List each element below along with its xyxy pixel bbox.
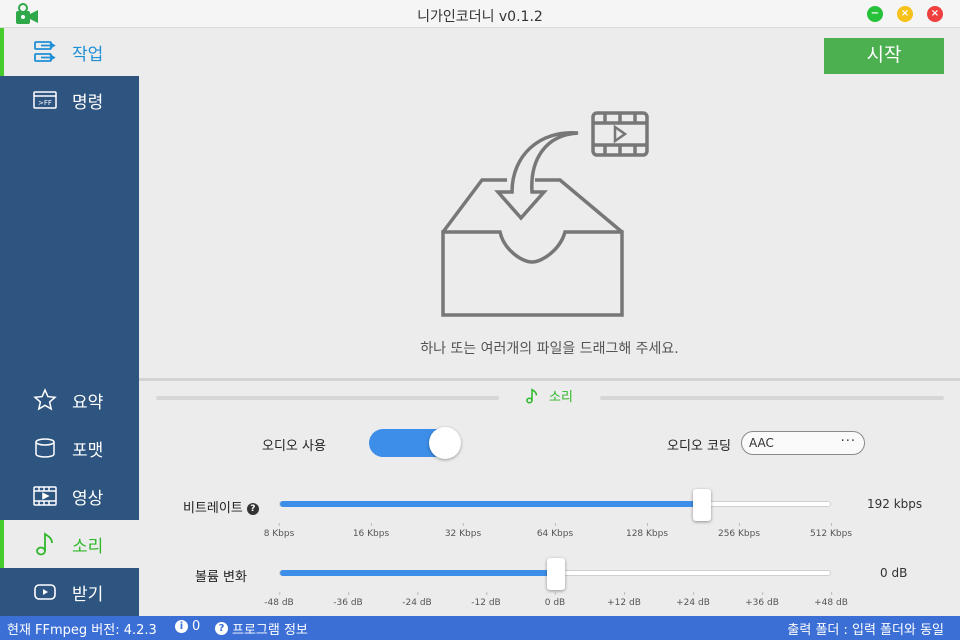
film-icon — [32, 483, 58, 509]
title-bar: 니가인코더니 v0.1.2 − × × — [0, 0, 960, 28]
volume-slider[interactable] — [279, 558, 831, 590]
start-button[interactable]: 시작 — [824, 38, 944, 74]
youtube-icon — [32, 579, 58, 605]
music-note-icon — [526, 387, 538, 403]
audio-enable-label: 오디오 사용 — [262, 439, 326, 454]
slider-tick-label: 128 Kbps — [625, 523, 669, 539]
sidebar: 작업 >FF 명령 요약 포맷 영상 소리 받기 — [0, 28, 139, 616]
sidebar-item-label: 영상 — [72, 488, 104, 509]
slider-tick-label: 0 dB — [544, 592, 566, 608]
ffmpeg-command-icon: >FF — [32, 87, 58, 113]
slider-tick-label: 16 Kbps — [352, 523, 390, 539]
slider-tick-label: 256 Kbps — [717, 523, 761, 539]
task-icon — [32, 39, 58, 65]
slider-tick-label: 32 Kbps — [444, 523, 482, 539]
audio-codec-select[interactable]: AAC ··· — [741, 431, 865, 455]
volume-label: 볼륨 변화 — [195, 570, 247, 585]
slider-tick-label: -12 dB — [471, 592, 501, 608]
bitrate-value: 192 kbps — [867, 497, 923, 511]
toggle-knob[interactable] — [429, 427, 461, 459]
slider-tick-label: 8 Kbps — [263, 523, 295, 539]
more-options-icon: ··· — [840, 434, 856, 449]
help-icon[interactable]: ? — [246, 503, 259, 515]
panel-title: 소리 — [549, 390, 573, 405]
help-icon: ? — [215, 622, 228, 635]
bitrate-slider-fill — [280, 501, 703, 507]
sidebar-item-label: 작업 — [72, 44, 104, 65]
output-folder[interactable]: 출력 폴더 : 입력 폴더와 동일 — [787, 619, 944, 638]
database-icon — [32, 435, 58, 461]
ffmpeg-version: 현재 FFmpeg 버전: 4.2.3 — [7, 623, 157, 638]
close-button[interactable]: × — [927, 6, 943, 22]
slider-tick-label: 512 Kbps — [809, 523, 853, 539]
about-program-link[interactable]: ? 프로그램 정보 — [215, 619, 308, 638]
audio-enable-toggle[interactable] — [369, 427, 461, 459]
sidebar-item-task[interactable]: 작업 — [0, 28, 139, 76]
info-icon: i — [175, 620, 188, 633]
sidebar-item-label: 받기 — [72, 584, 104, 605]
sidebar-item-label: 소리 — [72, 536, 104, 557]
sidebar-item-download[interactable]: 받기 — [0, 568, 139, 616]
audio-codec-value: AAC — [749, 436, 774, 450]
panel-divider — [156, 396, 499, 400]
maximize-button[interactable]: × — [897, 6, 913, 22]
slider-tick-label: -24 dB — [402, 592, 432, 608]
slider-tick-label: +36 dB — [745, 592, 779, 608]
sidebar-item-label: 명령 — [72, 92, 104, 113]
slider-tick-label: 64 Kbps — [536, 523, 574, 539]
slider-tick-label: +12 dB — [607, 592, 641, 608]
about-program-label: 프로그램 정보 — [232, 623, 308, 638]
sidebar-item-video[interactable]: 영상 — [0, 472, 139, 520]
slider-tick-label: -36 dB — [333, 592, 363, 608]
info-count-value: 0 — [192, 619, 201, 634]
drop-hint-text: 하나 또는 여러개의 파일을 드래그해 주세요. — [420, 341, 679, 357]
window-title: 니가인코더니 v0.1.2 — [417, 9, 543, 25]
sidebar-item-sound[interactable]: 소리 — [0, 520, 139, 568]
star-icon — [32, 387, 58, 413]
audio-codec-label: 오디오 코딩 — [667, 439, 731, 454]
svg-text:>FF: >FF — [38, 99, 52, 107]
sidebar-item-command[interactable]: >FF 명령 — [0, 76, 139, 124]
sidebar-item-format[interactable]: 포맷 — [0, 424, 139, 472]
bitrate-label-text: 비트레이트 — [183, 501, 243, 516]
volume-slider-thumb[interactable] — [547, 558, 565, 590]
music-note-icon — [32, 531, 58, 557]
minimize-button[interactable]: − — [867, 6, 883, 22]
sidebar-item-label: 포맷 — [72, 440, 104, 461]
status-bar: 현재 FFmpeg 버전: 4.2.3 i 0 ? 프로그램 정보 출력 폴더 … — [0, 616, 960, 640]
bitrate-slider-thumb[interactable] — [693, 489, 712, 521]
slider-tick-label: +48 dB — [814, 592, 848, 608]
bitrate-slider[interactable] — [279, 489, 831, 521]
drag-drop-inbox-icon — [441, 111, 649, 317]
panel-divider — [600, 396, 944, 400]
volume-value: 0 dB — [880, 566, 908, 580]
bitrate-label: 비트레이트? — [183, 497, 259, 516]
slider-tick-label: +24 dB — [676, 592, 710, 608]
panel-header: 소리 — [525, 386, 573, 405]
sidebar-item-summary[interactable]: 요약 — [0, 376, 139, 424]
info-count[interactable]: i 0 — [175, 619, 200, 634]
sidebar-item-label: 요약 — [72, 392, 104, 413]
slider-tick-label: -48 dB — [264, 592, 294, 608]
volume-slider-fill — [280, 570, 556, 576]
